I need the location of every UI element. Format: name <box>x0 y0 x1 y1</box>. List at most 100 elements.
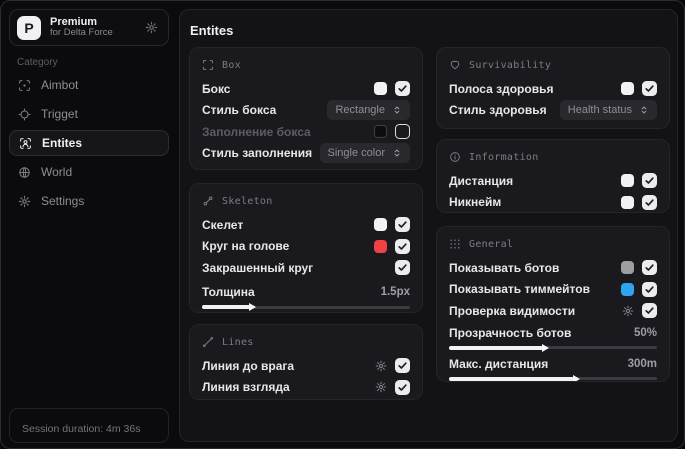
sidebar-item-world[interactable]: World <box>9 159 169 185</box>
setting-label: Скелет <box>202 217 244 232</box>
setting-row: Макс. дистанция 300m <box>449 353 657 381</box>
health-style-dropdown[interactable]: Health status <box>559 100 657 121</box>
unfold-icon <box>392 148 402 158</box>
setting-row: Прозрачность ботов 50% <box>449 322 657 353</box>
checkbox[interactable] <box>642 194 657 210</box>
setting-label: Проверка видимости <box>449 303 576 318</box>
color-swatch[interactable] <box>374 239 387 253</box>
panel-title: General <box>469 238 514 250</box>
gear-icon[interactable] <box>375 381 387 393</box>
setting-row: Закрашенный круг <box>202 257 410 279</box>
color-swatch[interactable] <box>621 174 634 188</box>
checkbox[interactable] <box>395 124 410 140</box>
crosshair-icon <box>18 79 31 92</box>
line-icon <box>202 336 214 348</box>
color-swatch[interactable] <box>621 282 634 296</box>
setting-row: Бокс <box>202 78 410 100</box>
slider-thumb[interactable] <box>248 303 256 311</box>
setting-label: Толщина <box>202 285 255 299</box>
checkbox[interactable] <box>642 281 657 297</box>
heart-icon <box>449 59 461 71</box>
sidebar-item-settings[interactable]: Settings <box>9 188 169 214</box>
checkbox[interactable] <box>395 217 410 233</box>
panel-survivability-header: Survivability <box>449 57 657 73</box>
color-swatch[interactable] <box>374 218 387 232</box>
gear-icon[interactable] <box>375 360 387 372</box>
dropdown-value: Rectangle <box>335 104 385 117</box>
app-logo: P <box>17 15 41 40</box>
panel-title: Survivability <box>469 59 552 71</box>
grid-icon <box>449 238 461 250</box>
dropdown-value: Single color <box>327 147 385 160</box>
slider-value: 300m <box>627 357 657 370</box>
panel-box: Box Бокс Стиль бокса Rectangle Заполнени… <box>189 47 423 170</box>
setting-row: Линия до врага <box>202 355 410 377</box>
checkbox[interactable] <box>642 81 657 97</box>
info-icon <box>449 151 461 163</box>
setting-row: Линия взгляда <box>202 377 410 399</box>
setting-row: Круг на голове <box>202 236 410 258</box>
panel-title: Box <box>222 59 241 71</box>
premium-text: Premium for Delta Force <box>50 16 136 40</box>
panel-general: General Показывать ботов Показывать тимм… <box>436 226 670 382</box>
sidebar-item-entites[interactable]: Entites <box>9 130 169 156</box>
color-swatch[interactable] <box>621 261 634 275</box>
setting-row: Дистанция <box>449 170 657 192</box>
unfold-icon <box>392 105 402 115</box>
color-swatch[interactable] <box>621 195 634 209</box>
gear-icon[interactable] <box>145 21 158 34</box>
premium-card: P Premium for Delta Force <box>9 9 169 46</box>
entities-icon <box>19 137 32 150</box>
panel-skeleton: Skeleton Скелет Круг на голове Закрашенн… <box>189 183 423 313</box>
setting-row: Скелет <box>202 214 410 236</box>
checkbox[interactable] <box>395 379 410 395</box>
setting-label: Прозрачность ботов <box>449 325 572 340</box>
panel-box-header: Box <box>202 57 410 73</box>
setting-label: Закрашенный круг <box>202 260 314 275</box>
checkbox[interactable] <box>642 260 657 276</box>
slider-thumb[interactable] <box>572 374 580 381</box>
setting-label: Линия взгляда <box>202 380 290 395</box>
checkbox[interactable] <box>395 260 410 276</box>
slider-thumb[interactable] <box>541 343 549 352</box>
setting-row: Заполнение бокса <box>202 121 410 143</box>
max-distance-slider[interactable] <box>449 374 657 381</box>
app-window: P Premium for Delta Force Category Aimbo… <box>0 0 685 449</box>
bot-opacity-slider[interactable] <box>449 343 657 352</box>
setting-row: Толщина 1.5px <box>202 279 410 313</box>
trigger-icon <box>18 107 31 121</box>
sidebar-nav: Aimbot Trigget Entites World Settings <box>9 72 169 214</box>
color-swatch[interactable] <box>374 82 387 96</box>
setting-row: Стиль здоровья Health status <box>449 100 657 122</box>
checkbox[interactable] <box>395 81 410 97</box>
checkbox[interactable] <box>642 173 657 189</box>
fill-style-dropdown[interactable]: Single color <box>319 143 410 164</box>
thickness-slider[interactable] <box>202 303 410 311</box>
panel-title: Information <box>469 151 539 163</box>
gear-icon <box>18 195 31 208</box>
session-duration-card: Session duration: 4m 36s <box>9 408 169 443</box>
page-title: Entites <box>190 23 234 38</box>
sidebar-item-trigget[interactable]: Trigget <box>9 101 169 127</box>
sidebar-item-aimbot[interactable]: Aimbot <box>9 72 169 98</box>
slider-value: 1.5px <box>380 286 410 298</box>
dropdown-value: Health status <box>567 104 632 117</box>
unfold-icon <box>639 105 649 115</box>
panel-information: Information Дистанция Никнейм <box>436 139 670 213</box>
box-style-dropdown[interactable]: Rectangle <box>327 100 410 121</box>
globe-icon <box>18 166 31 179</box>
sidebar-item-label: Entites <box>42 136 83 150</box>
panel-survivability: Survivability Полоса здоровья Стиль здор… <box>436 47 670 129</box>
setting-label: Показывать ботов <box>449 260 560 275</box>
color-swatch[interactable] <box>621 82 634 96</box>
checkbox[interactable] <box>395 238 410 254</box>
setting-label: Заполнение бокса <box>202 124 311 139</box>
setting-row: Показывать ботов <box>449 257 657 279</box>
color-swatch[interactable] <box>374 125 387 139</box>
checkbox[interactable] <box>395 358 410 374</box>
checkbox[interactable] <box>642 303 657 319</box>
sidebar-item-label: Aimbot <box>41 78 79 92</box>
sidebar: P Premium for Delta Force Category Aimbo… <box>1 1 179 448</box>
setting-row: Стиль бокса Rectangle <box>202 100 410 122</box>
gear-icon[interactable] <box>622 305 634 317</box>
